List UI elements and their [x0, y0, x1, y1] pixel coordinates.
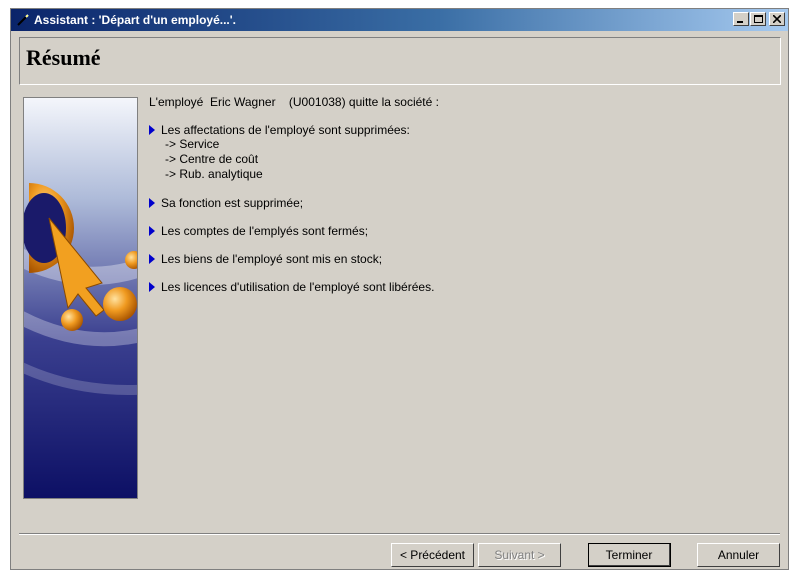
bullet-arrow-icon	[149, 226, 155, 236]
summary-content: L'employé Eric Wagner (U001038) quitte l…	[149, 95, 769, 308]
close-icon	[773, 15, 781, 23]
bullet-arrow-icon	[149, 282, 155, 292]
button-separator	[19, 533, 780, 535]
summary-item-text: Les comptes de l'emplyés sont fermés;	[161, 224, 369, 238]
summary-item-text: Sa fonction est supprimée;	[161, 196, 304, 210]
summary-item-text: Les affectations de l'employé sont suppr…	[161, 123, 410, 137]
wizard-window: Assistant : 'Départ d'un employé...'. Ré…	[10, 8, 789, 570]
page-title: Résumé	[26, 45, 101, 70]
wizard-wand-icon	[15, 12, 31, 28]
maximize-button[interactable]	[750, 12, 766, 26]
next-button[interactable]: Suivant >	[478, 543, 561, 567]
finish-button[interactable]: Terminer	[588, 543, 671, 567]
minimize-button[interactable]	[733, 12, 749, 26]
title-bar[interactable]: Assistant : 'Départ d'un employé...'.	[11, 9, 788, 31]
wizard-side-graphic	[23, 97, 138, 499]
summary-item-text: Les licences d'utilisation de l'employé …	[161, 280, 435, 294]
summary-item: Les comptes de l'emplyés sont fermés;	[149, 224, 769, 238]
window-controls	[732, 12, 785, 26]
summary-item: Sa fonction est supprimée;	[149, 196, 769, 210]
header-panel: Résumé	[19, 37, 781, 85]
maximize-icon	[753, 15, 763, 23]
summary-item: Les affectations de l'employé sont suppr…	[149, 123, 769, 182]
bullet-arrow-icon	[149, 198, 155, 208]
window-title: Assistant : 'Départ d'un employé...'.	[34, 13, 236, 27]
close-button[interactable]	[769, 12, 785, 26]
summary-intro: L'employé Eric Wagner (U001038) quitte l…	[149, 95, 439, 109]
summary-subitem: -> Service	[165, 137, 220, 151]
summary-subitem: -> Rub. analytique	[165, 167, 263, 181]
bullet-arrow-icon	[149, 254, 155, 264]
previous-button[interactable]: < Précédent	[391, 543, 474, 567]
summary-item: Les biens de l'employé sont mis en stock…	[149, 252, 769, 266]
summary-item: Les licences d'utilisation de l'employé …	[149, 280, 769, 294]
bullet-arrow-icon	[149, 125, 155, 135]
summary-subitem: -> Centre de coût	[165, 152, 259, 166]
summary-item-text: Les biens de l'employé sont mis en stock…	[161, 252, 383, 266]
cancel-button[interactable]: Annuler	[697, 543, 780, 567]
minimize-icon	[737, 21, 743, 23]
